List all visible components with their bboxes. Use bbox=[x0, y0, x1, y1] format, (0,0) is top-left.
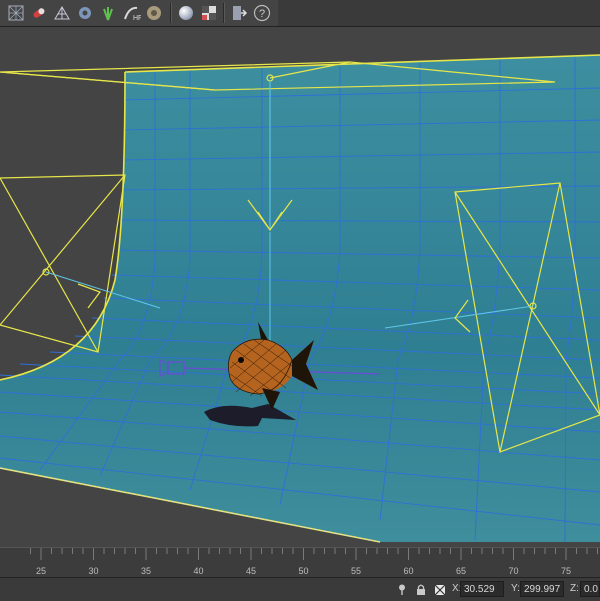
timeline-tick-label: 30 bbox=[88, 566, 98, 576]
timeline-tick-label: 25 bbox=[36, 566, 46, 576]
timeline-tick-label: 70 bbox=[508, 566, 518, 576]
menu-strip bbox=[278, 0, 600, 27]
z-coord-field[interactable]: 0.0 bbox=[580, 581, 600, 597]
timeline-tick-label: 35 bbox=[141, 566, 151, 576]
timeline-tick-label: 45 bbox=[246, 566, 256, 576]
timeline-tick-label: 40 bbox=[193, 566, 203, 576]
toolbar-separator bbox=[170, 3, 172, 23]
pin-icon[interactable] bbox=[396, 583, 408, 596]
svg-text:HF: HF bbox=[133, 15, 141, 22]
timeline-tick-label: 55 bbox=[351, 566, 361, 576]
y-coord-field[interactable]: 299.997 bbox=[520, 581, 564, 597]
spray-capsule-icon[interactable] bbox=[29, 3, 49, 23]
lock-icon[interactable] bbox=[415, 583, 427, 596]
export-icon[interactable] bbox=[229, 3, 249, 23]
timeline-track[interactable]: 25 30 35 40 45 50 55 60 65 70 75 bbox=[0, 547, 600, 578]
backdrop-surface bbox=[0, 55, 600, 542]
teapot-grid-icon[interactable] bbox=[6, 3, 26, 23]
lattice-icon[interactable] bbox=[52, 3, 72, 23]
timeline-tick-label: 65 bbox=[456, 566, 466, 576]
z-coord-label: Z: bbox=[570, 583, 579, 594]
x-coord-field[interactable]: 30.529 bbox=[460, 581, 504, 597]
main-toolbar: HF ? bbox=[0, 0, 279, 27]
y-coord-label: Y: bbox=[511, 583, 520, 594]
scene-canvas[interactable] bbox=[0, 27, 600, 547]
perspective-viewport[interactable] bbox=[0, 27, 600, 547]
help-icon[interactable]: ? bbox=[252, 3, 272, 23]
timeline-tick-label: 60 bbox=[403, 566, 413, 576]
toolbar-separator bbox=[223, 3, 225, 23]
gear-cluster-icon[interactable] bbox=[75, 3, 95, 23]
help-label: ? bbox=[259, 8, 265, 20]
status-bar: X: 30.529 Y: 299.997 Z: 0.0 bbox=[0, 577, 600, 601]
curl-icon[interactable] bbox=[144, 3, 164, 23]
sphere-icon[interactable] bbox=[176, 3, 196, 23]
plant-icon[interactable] bbox=[98, 3, 118, 23]
timeline-ruler[interactable]: 25 30 35 40 45 50 55 60 65 70 75 bbox=[0, 548, 600, 578]
hair-fur-icon[interactable]: HF bbox=[121, 3, 142, 23]
checker-icon[interactable] bbox=[199, 3, 219, 23]
timeline-tick-label: 75 bbox=[561, 566, 571, 576]
timeline-tick-label: 50 bbox=[298, 566, 308, 576]
selection-mode-icon[interactable] bbox=[434, 583, 446, 596]
